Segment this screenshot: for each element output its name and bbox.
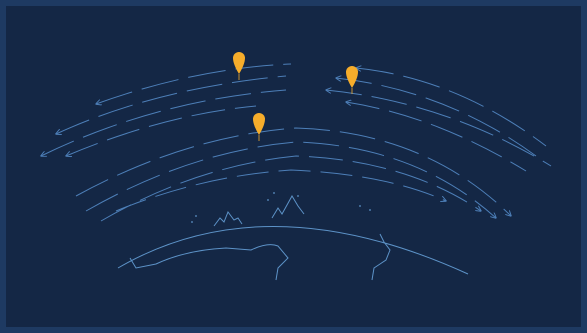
- balloon-marker-icon: [253, 113, 265, 141]
- wind-arrow-icon: [356, 68, 547, 147]
- balloon-marker-icon: [346, 66, 358, 94]
- wind-arrow-icon: [75, 127, 511, 216]
- wind-arrow-icon: [96, 63, 292, 104]
- upper-wind-layer: [41, 63, 552, 172]
- star-dot: [369, 209, 371, 211]
- wind-arrow-icon: [115, 169, 446, 212]
- lower-wind-layer: [75, 127, 511, 222]
- balloon-marker-icon: [233, 52, 245, 80]
- mountain-left: [213, 210, 243, 227]
- star-dot: [359, 205, 361, 207]
- star-dot: [273, 192, 275, 194]
- star-dot: [195, 215, 197, 217]
- wind-arrow-icon: [326, 90, 552, 167]
- continent-right: [371, 233, 391, 281]
- wind-arrow-icon: [100, 155, 481, 222]
- earth-outline: [117, 192, 469, 281]
- star-dot: [191, 221, 193, 223]
- star-dot: [267, 199, 269, 201]
- wind-arrow-icon: [336, 78, 537, 157]
- stratosphere-wind-diagram: [6, 52, 552, 281]
- wind-arrow-icon: [85, 141, 496, 218]
- wind-arrow-icon: [66, 105, 257, 156]
- mountain-right: [271, 195, 305, 219]
- diagram-frame: [0, 0, 587, 333]
- star-dot: [297, 195, 299, 197]
- earth-horizon: [117, 226, 469, 275]
- wind-arrow-icon: [346, 102, 527, 172]
- wind-arrow-icon: [56, 75, 287, 134]
